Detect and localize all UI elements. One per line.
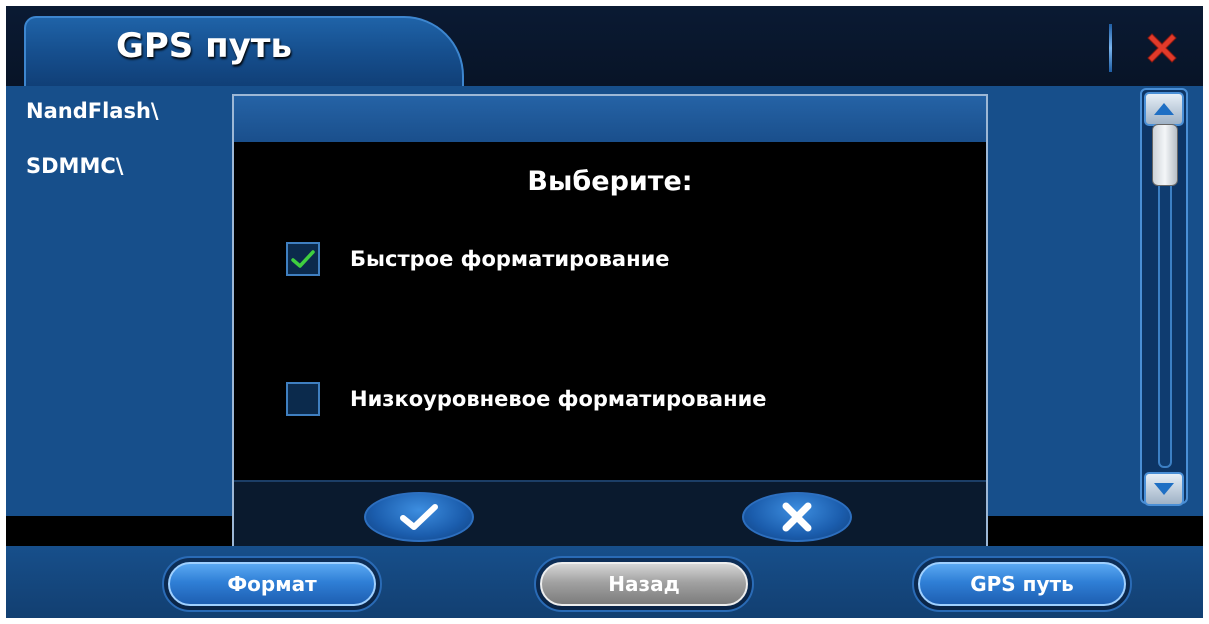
scroll-up-button[interactable] bbox=[1144, 92, 1184, 126]
format-button-label: Формат bbox=[168, 562, 376, 606]
option-low-level-format[interactable]: Низкоуровневое форматирование bbox=[286, 382, 767, 416]
scroll-down-button[interactable] bbox=[1144, 472, 1184, 506]
low-level-format-label: Низкоуровневое форматирование bbox=[350, 387, 767, 411]
triangle-down-icon bbox=[1154, 483, 1174, 495]
title-separator bbox=[1109, 24, 1112, 72]
confirm-button[interactable] bbox=[364, 492, 474, 542]
file-item-nandflash[interactable]: NandFlash\ bbox=[26, 99, 159, 123]
dialog-title: Выберите: bbox=[527, 166, 693, 197]
back-button[interactable]: Назад bbox=[534, 556, 754, 612]
scroll-thumb[interactable] bbox=[1152, 124, 1178, 186]
close-icon bbox=[1147, 33, 1177, 63]
checkmark-icon bbox=[291, 250, 315, 268]
format-dialog: Выберите: Быстрое форматирование Низкоур… bbox=[232, 94, 988, 546]
triangle-up-icon bbox=[1154, 103, 1174, 115]
quick-format-checkbox[interactable] bbox=[286, 242, 320, 276]
dialog-footer bbox=[234, 480, 986, 546]
quick-format-label: Быстрое форматирование bbox=[350, 247, 670, 271]
app-screen: GPS путь NandFlash\ SDMMC\ Выберите: Быс… bbox=[6, 6, 1203, 618]
title-bar: GPS путь bbox=[6, 6, 1203, 86]
check-icon bbox=[400, 504, 438, 530]
window-title: GPS путь bbox=[115, 26, 292, 66]
cancel-button[interactable] bbox=[742, 492, 852, 542]
file-item-sdmmc[interactable]: SDMMC\ bbox=[26, 154, 123, 178]
gps-path-button-label: GPS путь bbox=[918, 562, 1126, 606]
back-button-label: Назад bbox=[540, 562, 748, 606]
x-icon bbox=[782, 502, 812, 532]
close-button[interactable] bbox=[1136, 22, 1188, 74]
dialog-header bbox=[234, 96, 986, 142]
gps-path-button[interactable]: GPS путь bbox=[912, 556, 1132, 612]
option-quick-format[interactable]: Быстрое форматирование bbox=[286, 242, 670, 276]
low-level-format-checkbox[interactable] bbox=[286, 382, 320, 416]
format-button[interactable]: Формат bbox=[162, 556, 382, 612]
